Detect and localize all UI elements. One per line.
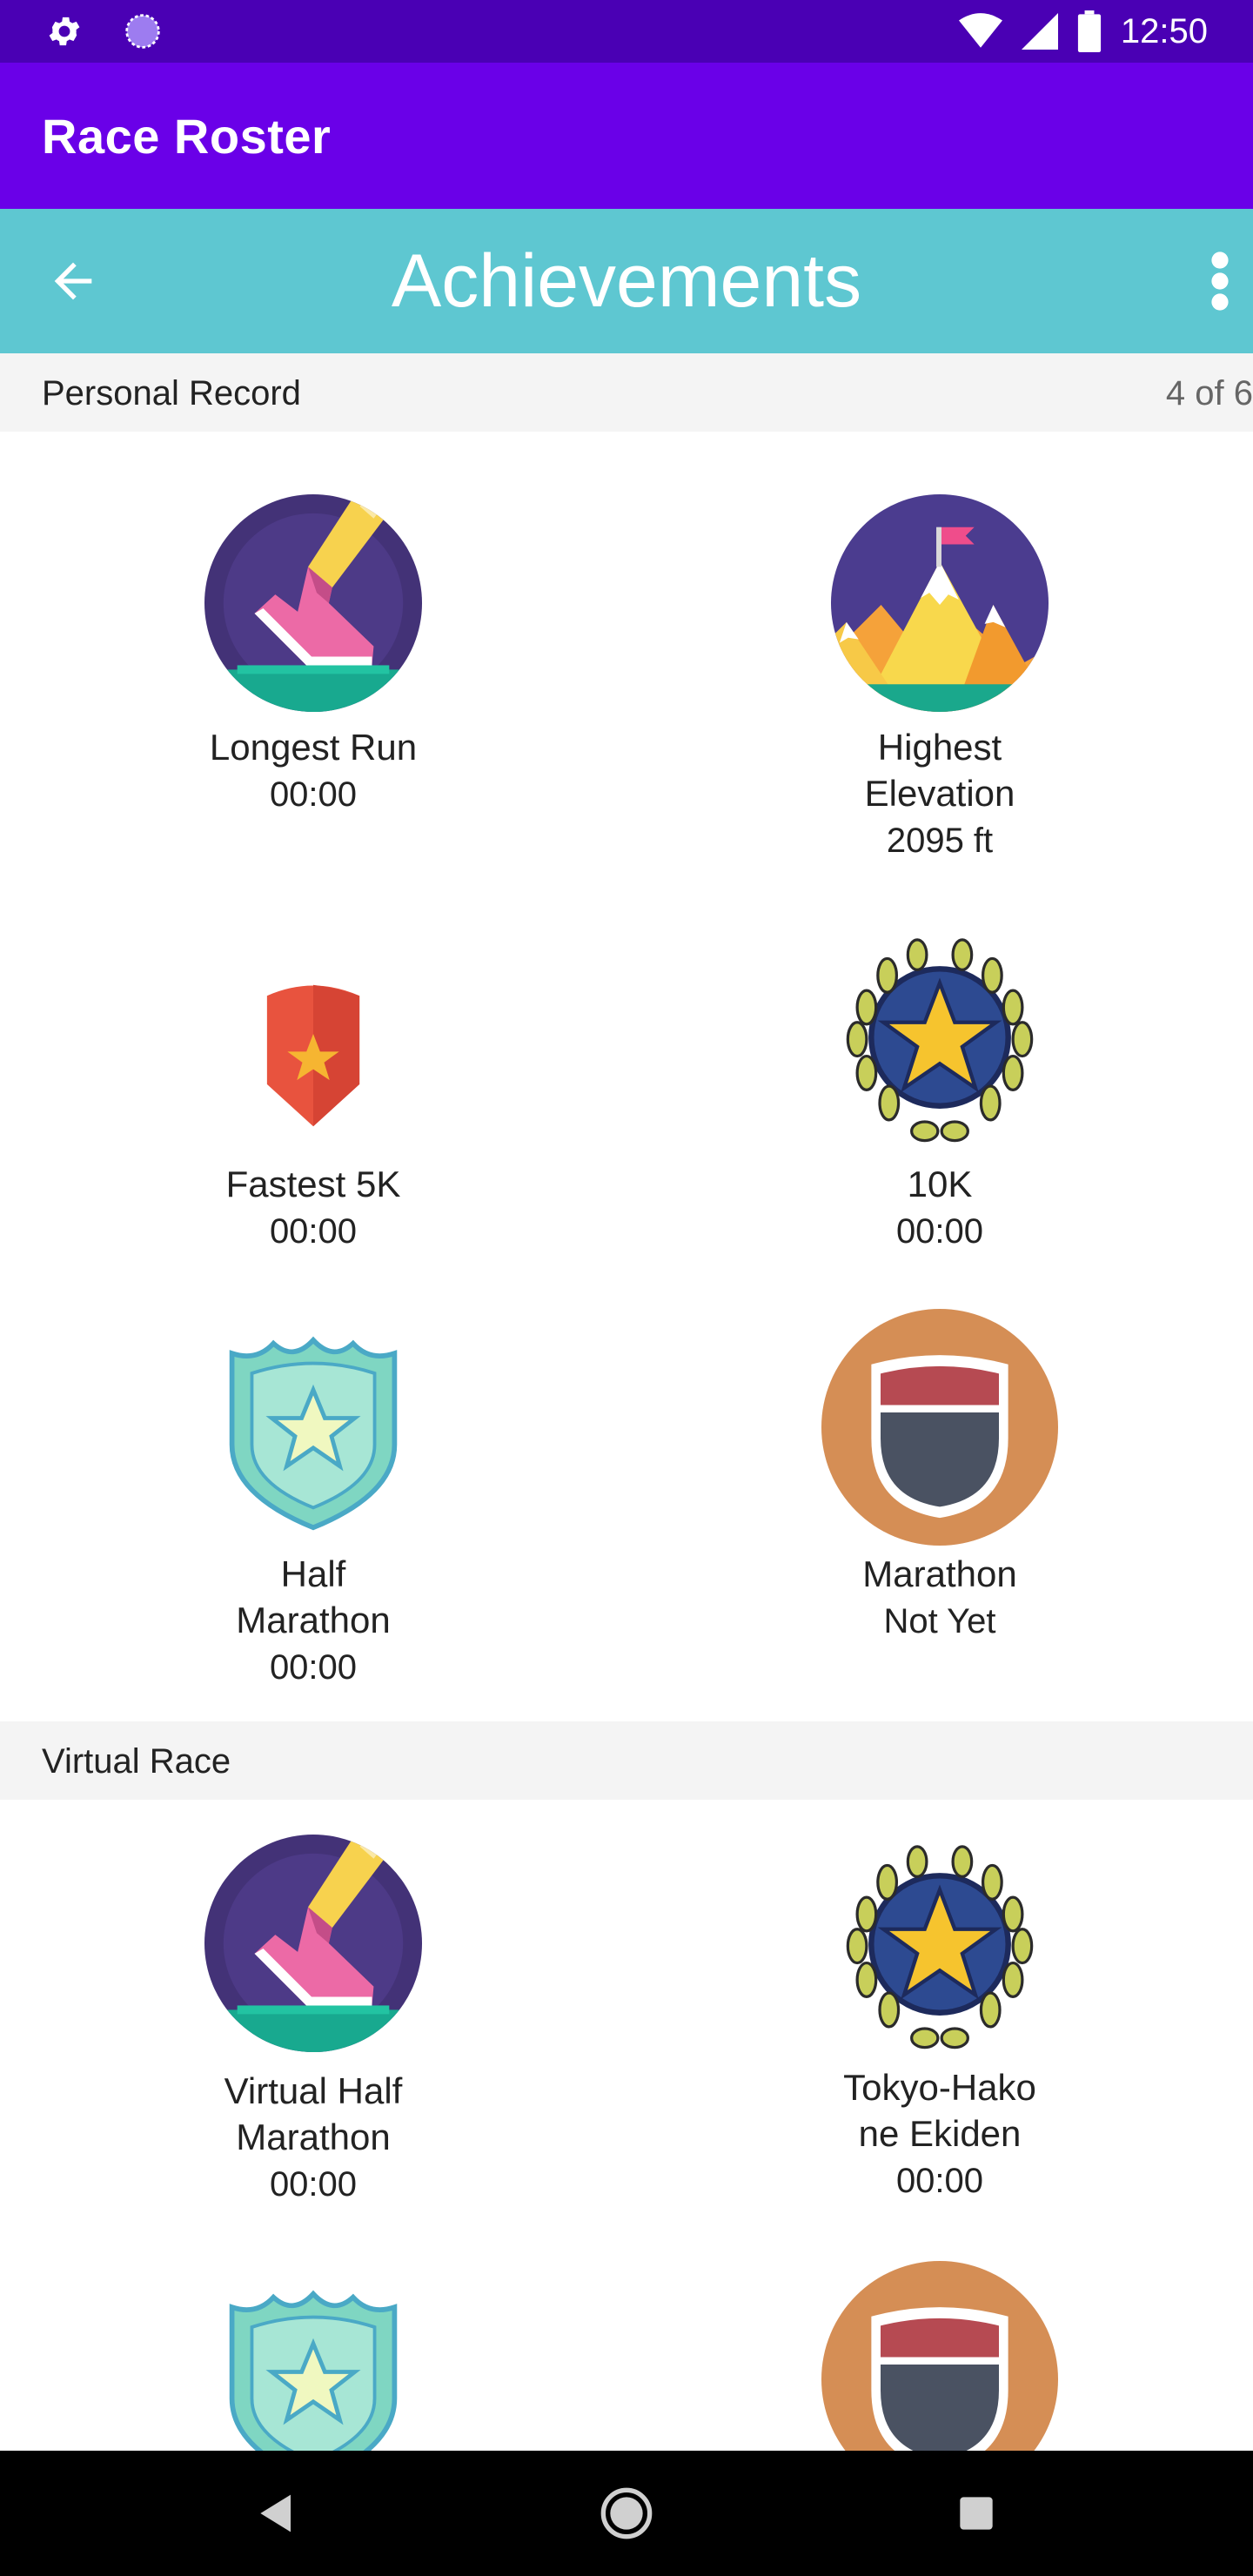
green-badge-star-icon <box>207 1309 419 1544</box>
achievement-value: 2095 ft <box>886 822 994 860</box>
green-badge-star-icon <box>207 2263 419 2451</box>
mountain-flag-icon <box>829 493 1050 714</box>
achievement-half-marathon[interactable]: Half Marathon 00:00 <box>0 1309 626 1692</box>
cell-signal-icon <box>1021 13 1058 50</box>
status-time: 12:50 <box>1120 12 1208 50</box>
achievement-virtual-partial-2[interactable] <box>626 2261 1253 2451</box>
running-shoe-icon <box>203 1833 424 2054</box>
nav-back-icon[interactable] <box>249 2485 305 2541</box>
wifi-icon <box>958 13 1002 48</box>
achievement-value: Not Yet <box>883 1602 996 1640</box>
section-label: Personal Record <box>42 374 301 413</box>
more-options-icon[interactable] <box>1209 250 1230 312</box>
settings-gear-icon <box>49 17 80 46</box>
achievement-virtual-partial-1[interactable] <box>0 2263 626 2451</box>
achievement-name: Half Marathon <box>236 1553 391 1640</box>
highway-shield-icon <box>821 1309 1058 1546</box>
app-title: Race Roster <box>42 109 332 164</box>
achievement-value: 00:00 <box>269 1212 358 1251</box>
running-shoe-icon <box>203 493 424 714</box>
achievement-value: 00:00 <box>269 2165 358 2204</box>
status-bar: 12:50 <box>0 0 1253 63</box>
achievement-name: Virtual Half Marathon <box>224 2070 403 2157</box>
achievement-value: 00:00 <box>895 2162 984 2200</box>
achievement-10k[interactable]: 10K 00:00 <box>626 917 1253 1256</box>
achievement-marathon[interactable]: Marathon Not Yet <box>626 1309 1253 1646</box>
achievement-fastest-5k[interactable]: Fastest 5K 00:00 <box>0 961 626 1256</box>
sync-circle-icon <box>125 14 160 49</box>
achievement-virtual-half-marathon[interactable]: Virtual Half Marathon 00:00 <box>0 1833 626 2209</box>
achievement-name: Marathon <box>862 1553 1017 1594</box>
system-navigation-bar <box>0 2451 1253 2576</box>
section-label: Virtual Race <box>42 1742 231 1781</box>
laurel-star-medal-icon <box>820 917 1060 1157</box>
red-shield-star-icon <box>226 961 400 1150</box>
achievement-name: Fastest 5K <box>225 1164 401 1204</box>
achievement-name: Tokyo-Hakone Ekiden <box>843 2067 1036 2154</box>
achievement-value: 00:00 <box>269 1648 358 1687</box>
battery-icon <box>1077 10 1101 52</box>
achievement-longest-run[interactable]: Longest Run 00:00 <box>0 493 626 819</box>
achievement-tokyo-hakone-ekiden[interactable]: Tokyo-Hakone Ekiden 00:00 <box>626 1824 1253 2205</box>
app-bar: Race Roster <box>0 63 1253 209</box>
nav-recents-icon[interactable] <box>948 2485 1004 2541</box>
achievement-value: 00:00 <box>895 1212 984 1251</box>
achievements-toolbar: Achievements <box>0 209 1253 353</box>
section-header-personal-record: Personal Record 4 of 6 <box>0 353 1253 432</box>
laurel-star-medal-icon <box>820 1824 1060 2064</box>
achievement-name: 10K <box>907 1164 973 1204</box>
section-header-virtual-race: Virtual Race <box>0 1721 1253 1800</box>
achievement-name: Highest Elevation <box>864 727 1015 814</box>
nav-home-icon[interactable] <box>599 2485 654 2541</box>
section-count: 4 of 6 <box>1165 374 1253 413</box>
achievement-highest-elevation[interactable]: Highest Elevation 2095 ft <box>626 493 1253 865</box>
screen-title: Achievements <box>391 239 862 323</box>
achievement-value: 00:00 <box>269 775 358 814</box>
achievement-name: Longest Run <box>209 727 418 768</box>
highway-shield-icon <box>821 2261 1058 2451</box>
